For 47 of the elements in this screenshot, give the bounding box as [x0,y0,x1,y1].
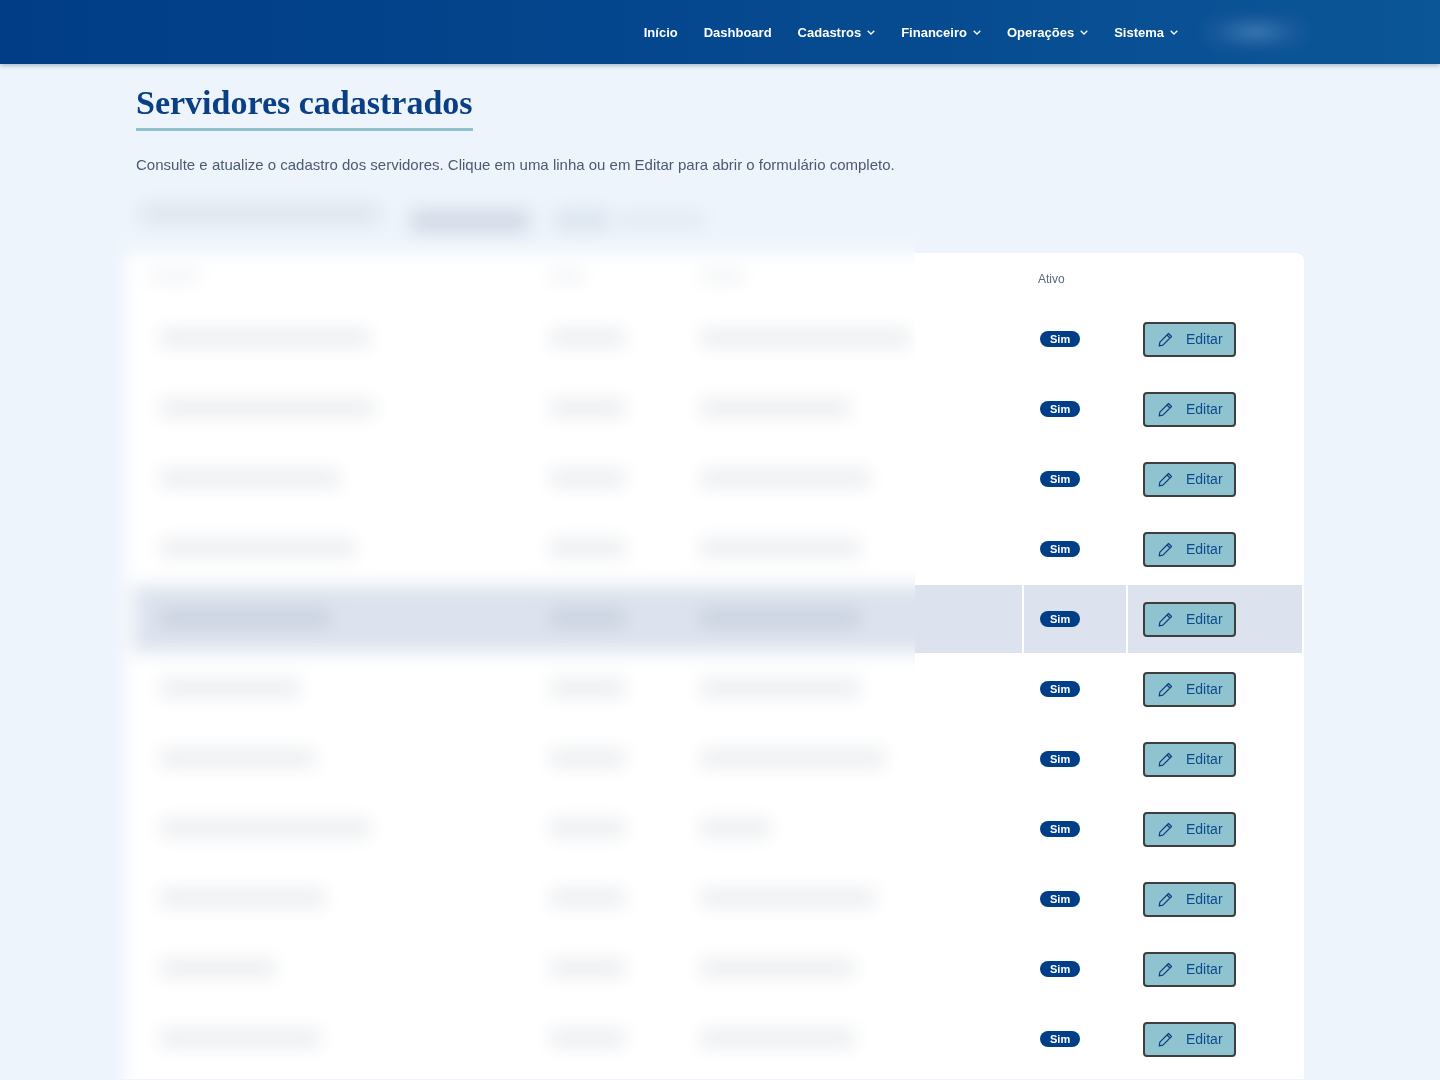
table-row[interactable]: Sim Editar [915,583,1302,653]
status-badge: Sim [1040,611,1081,627]
status-badge: Sim [1040,1031,1081,1047]
caret-icon [1170,29,1178,35]
status-badge: Sim [1040,891,1081,907]
status-badge: Sim [1040,401,1081,417]
nav-link[interactable]: Sistema [1114,24,1178,40]
status-badge: Sim [1040,961,1081,977]
caret-icon [867,29,876,35]
page-title: Servidores cadastrados [136,82,473,131]
edit-button[interactable]: Editar [1143,461,1236,497]
pencil-icon [1158,471,1173,487]
pencil-icon [1158,821,1173,837]
pencil-icon [1158,681,1173,697]
pencil-icon [1158,401,1173,417]
status-badge: Sim [1040,471,1081,487]
status-badge: Sim [1040,331,1081,347]
edit-button[interactable]: Editar [1143,321,1236,357]
edit-button[interactable]: Editar [1143,601,1236,637]
nav-link[interactable]: Financeiro [901,24,981,40]
edit-button[interactable]: Editar [1143,531,1236,567]
caret-icon [972,29,981,35]
edit-button[interactable]: Editar [1143,391,1236,427]
edit-button[interactable]: Editar [1143,811,1236,847]
pencil-icon [1158,541,1173,557]
page-description: Consulte e atualize o cadastro dos servidores. Clique em uma linha ou em Editar para abrir o formulário completo. [136,156,896,174]
pencil-icon [1158,891,1173,907]
pencil-icon [1158,961,1173,977]
edit-button[interactable]: Editar [1143,951,1236,987]
pencil-icon [1158,751,1173,767]
edit-button[interactable]: Editar [1143,881,1236,917]
caret-icon [1080,29,1089,35]
edit-button[interactable]: Editar [1143,1021,1236,1057]
edit-button[interactable]: Editar [1143,671,1236,707]
nav-link[interactable]: Operações [1006,24,1089,40]
pencil-icon [1158,611,1173,627]
status-badge: Sim [1040,541,1081,557]
nav-link[interactable]: Início [643,24,678,40]
status-badge: Sim [1040,681,1081,697]
status-badge: Sim [1040,751,1081,767]
nav-link[interactable]: Cadastros [797,24,876,40]
status-badge: Sim [1040,821,1081,837]
pencil-icon [1158,1031,1173,1047]
pencil-icon [1158,331,1173,347]
column-header: Ativo [1038,272,1065,286]
nav-link[interactable]: Dashboard [703,24,772,40]
edit-button[interactable]: Editar [1143,741,1236,777]
